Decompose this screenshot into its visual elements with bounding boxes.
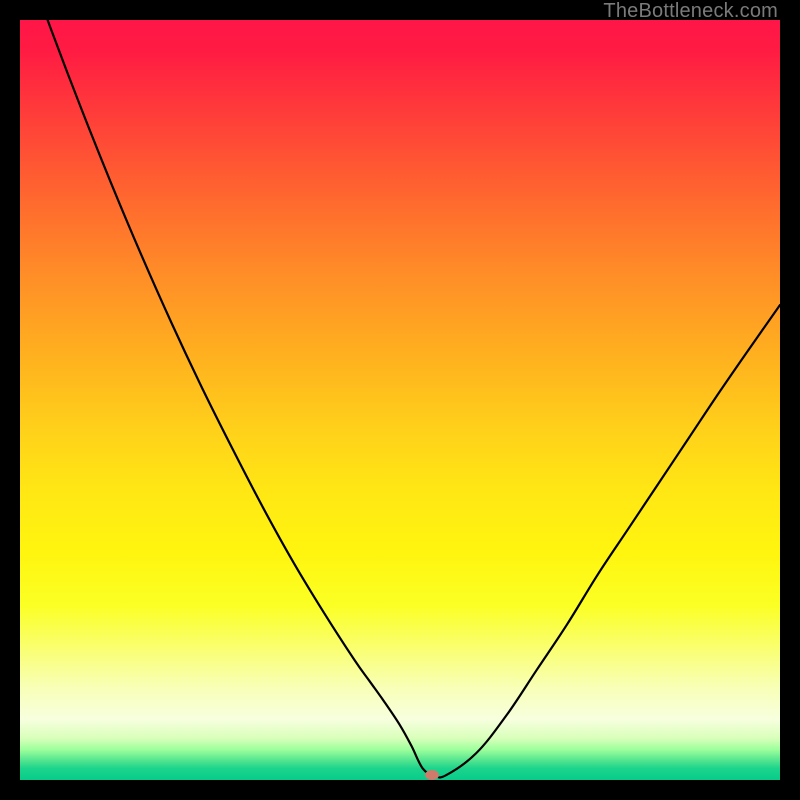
- bottleneck-curve: [20, 20, 780, 778]
- chart-frame: TheBottleneck.com: [0, 0, 800, 800]
- curve-svg: [20, 20, 780, 780]
- plot-area: [20, 20, 780, 780]
